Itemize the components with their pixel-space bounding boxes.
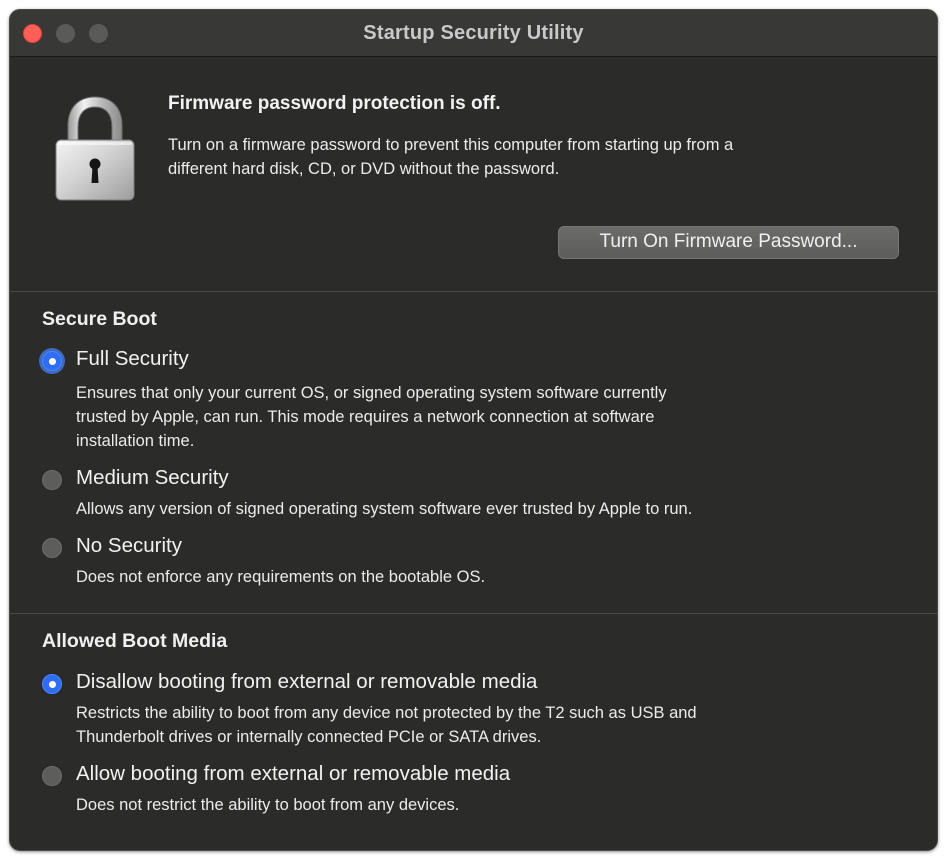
padlock-icon xyxy=(55,96,135,201)
firmware-description-line: different hard disk, CD, or DVD without … xyxy=(168,160,560,178)
disallow-external-boot-description: Restricts the ability to boot from any d… xyxy=(76,701,876,749)
allowed-boot-media-heading: Allowed Boot Media xyxy=(42,630,228,652)
startup-security-utility-window: Startup Security Utility Firmware passwo… xyxy=(9,9,938,851)
description-line: Does not enforce any requirements on the… xyxy=(76,568,486,586)
full-security-description: Ensures that only your current OS, or si… xyxy=(76,381,876,453)
disallow-external-boot-label[interactable]: Disallow booting from external or remova… xyxy=(76,670,537,694)
allow-external-boot-radio[interactable] xyxy=(42,766,62,786)
description-line: Allows any version of signed operating s… xyxy=(76,500,693,518)
description-line: trusted by Apple, can run. This mode req… xyxy=(76,408,655,426)
firmware-description-line: Turn on a firmware password to prevent t… xyxy=(168,136,734,154)
description-line: Ensures that only your current OS, or si… xyxy=(76,384,667,402)
firmware-description: Turn on a firmware password to prevent t… xyxy=(168,133,888,181)
description-line: Thunderbolt drives or internally connect… xyxy=(76,728,542,746)
no-security-radio[interactable] xyxy=(42,538,62,558)
section-divider xyxy=(10,613,937,614)
full-security-radio[interactable] xyxy=(42,351,62,371)
title-bar[interactable]: Startup Security Utility xyxy=(10,10,937,57)
disallow-external-boot-radio[interactable] xyxy=(42,674,62,694)
description-line: installation time. xyxy=(76,432,195,450)
no-security-description: Does not enforce any requirements on the… xyxy=(76,565,876,589)
secure-boot-heading: Secure Boot xyxy=(42,308,157,330)
description-line: Restricts the ability to boot from any d… xyxy=(76,704,697,722)
medium-security-radio[interactable] xyxy=(42,470,62,490)
description-line: Does not restrict the ability to boot fr… xyxy=(76,796,460,814)
window-title: Startup Security Utility xyxy=(363,22,584,44)
full-security-label[interactable]: Full Security xyxy=(76,347,189,371)
allow-external-boot-label[interactable]: Allow booting from external or removable… xyxy=(76,762,510,786)
medium-security-label[interactable]: Medium Security xyxy=(76,466,229,490)
medium-security-description: Allows any version of signed operating s… xyxy=(76,497,876,521)
section-divider xyxy=(10,291,937,292)
firmware-status-heading: Firmware password protection is off. xyxy=(168,93,501,114)
allow-external-boot-description: Does not restrict the ability to boot fr… xyxy=(76,793,876,817)
no-security-label[interactable]: No Security xyxy=(76,534,182,558)
turn-on-firmware-password-button[interactable]: Turn On Firmware Password... xyxy=(558,226,899,259)
